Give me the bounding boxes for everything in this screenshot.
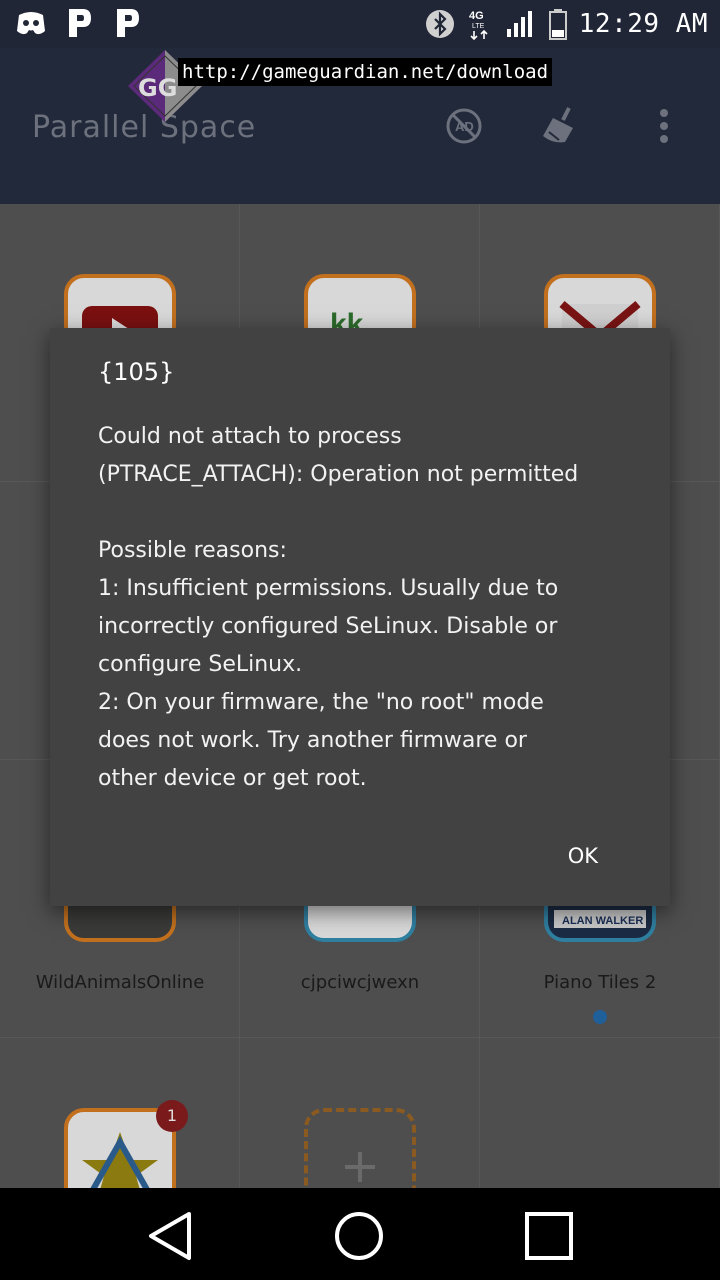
signal-strength-icon (503, 7, 537, 41)
back-icon (149, 1212, 191, 1260)
parallel-space-notification-icon (110, 6, 144, 40)
recents-button[interactable] (521, 1208, 577, 1264)
app-label: cjpciwcjwexn (300, 972, 420, 993)
broom-icon (543, 107, 573, 143)
remove-ads-button[interactable]: AD (442, 104, 486, 148)
network-type-icon: 4G LTE (467, 7, 493, 41)
parallel-space-notification-icon (62, 6, 96, 40)
network-type-label: 4G (469, 10, 484, 22)
app-bar: Parallel Space AD GG http://gameguardian… (0, 48, 720, 204)
no-ads-icon: AD (446, 108, 482, 144)
discord-icon (14, 6, 48, 40)
app-label: Piano Tiles 2 (543, 972, 657, 993)
home-button[interactable] (331, 1208, 387, 1264)
app-label: WildAnimalsOnline (35, 972, 205, 993)
recents-icon (525, 1212, 573, 1260)
new-app-indicator-dot (593, 1010, 607, 1024)
notification-badge: 1 (156, 1100, 188, 1132)
clock: 12:29 AM (578, 9, 708, 39)
svg-text:LTE: LTE (472, 23, 485, 30)
ok-button[interactable]: OK (556, 836, 610, 876)
more-vert-icon (660, 109, 668, 143)
home-icon (335, 1212, 383, 1260)
svg-text:ALAN WALKER: ALAN WALKER (562, 915, 643, 927)
back-button[interactable] (142, 1208, 198, 1264)
overflow-menu-button[interactable] (642, 104, 686, 148)
status-bar: 4G LTE 12:29 AM (0, 0, 720, 48)
battery-icon (547, 7, 569, 41)
clean-button[interactable] (538, 104, 582, 148)
error-dialog: {105} Could not attach to process (PTRAC… (50, 328, 670, 906)
dialog-title: {105} (98, 358, 175, 386)
dialog-message: Could not attach to process (PTRACE_ATTA… (98, 424, 579, 791)
svg-text:GG: GG (138, 74, 177, 102)
navigation-bar (0, 1188, 720, 1280)
overlay-url-banner: http://gameguardian.net/download (178, 58, 553, 86)
bluetooth-icon (423, 7, 457, 41)
